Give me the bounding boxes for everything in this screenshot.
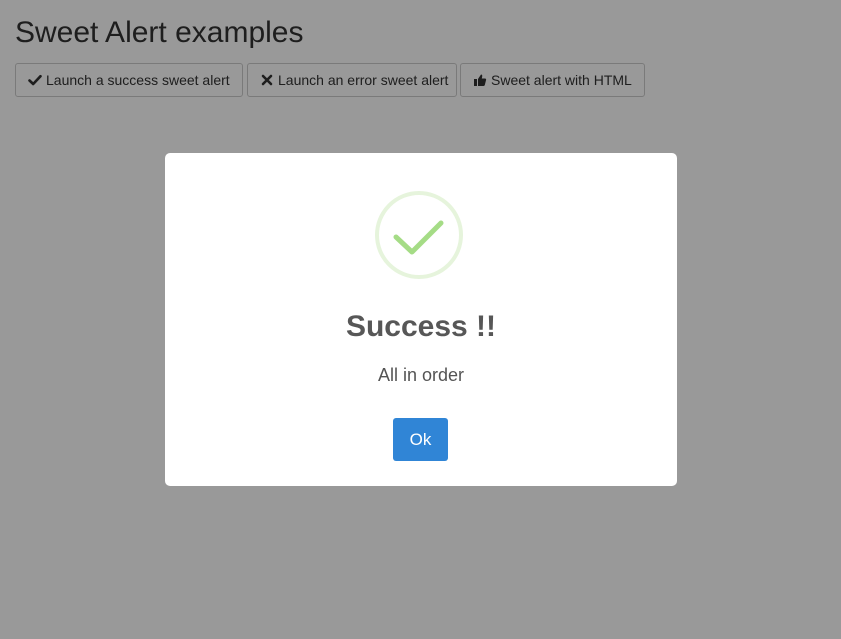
- success-alert-dialog: Success !! All in order Ok: [165, 153, 677, 486]
- dialog-title: Success !!: [345, 310, 497, 343]
- success-checkmark-icon: [375, 191, 463, 279]
- ok-button[interactable]: Ok: [393, 418, 448, 461]
- dialog-message: All in order: [377, 365, 465, 385]
